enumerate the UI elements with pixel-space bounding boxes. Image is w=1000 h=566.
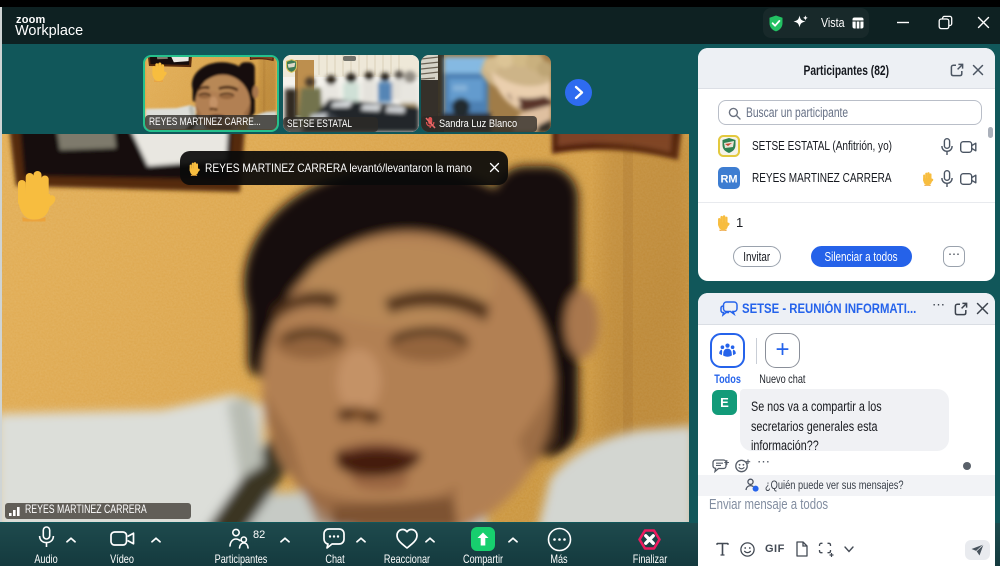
svg-text:RM: RM xyxy=(720,174,737,186)
